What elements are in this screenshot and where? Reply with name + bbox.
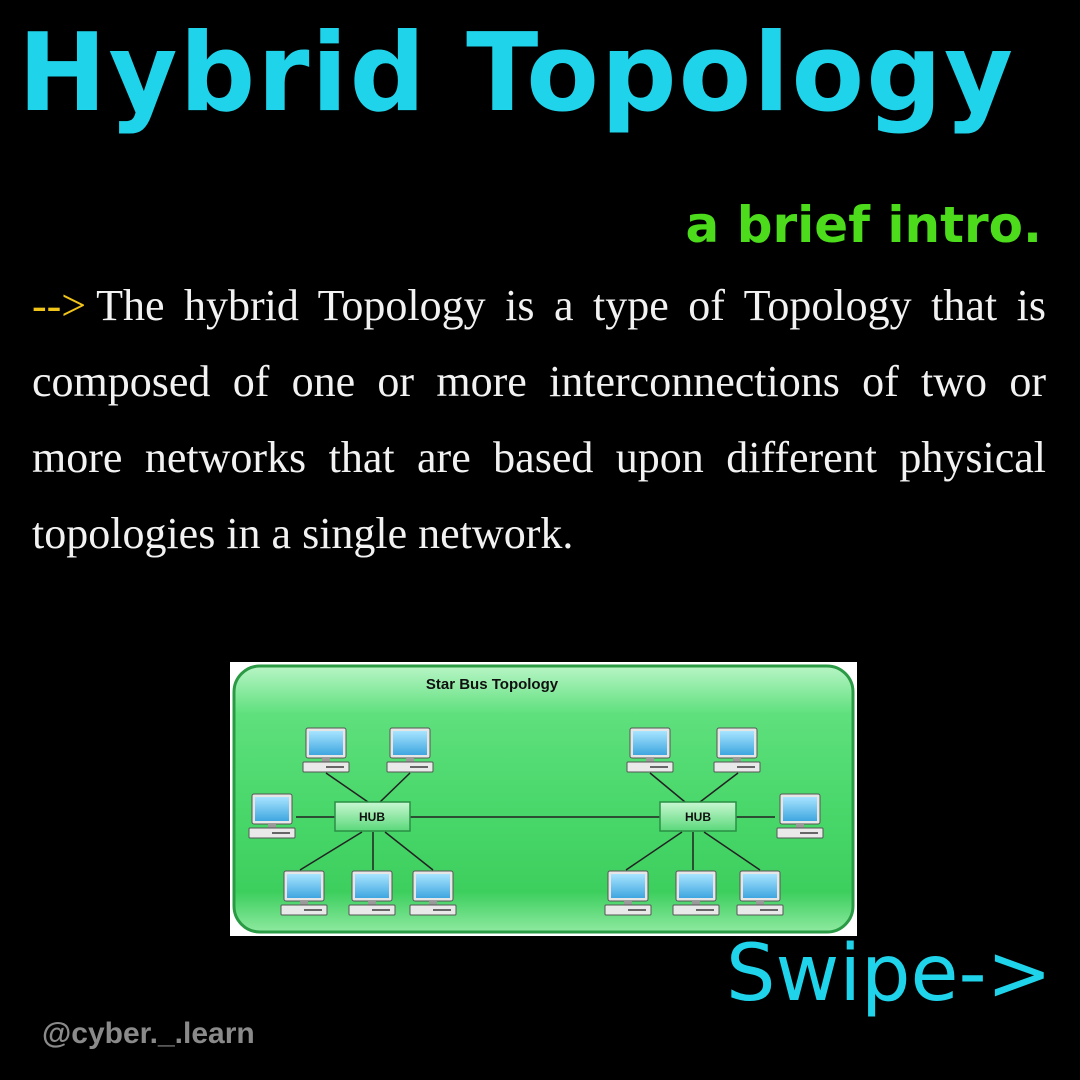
left-hub: HUB: [334, 801, 411, 832]
right-hub: HUB: [659, 801, 737, 832]
computer-icon: [248, 793, 296, 839]
diagram-svg: Star Bus Topology HUB HUB: [232, 664, 855, 934]
intro-paragraph: --> The hybrid Topology is a type of Topo…: [32, 268, 1046, 572]
author-handle: @cyber._.learn: [42, 1017, 255, 1050]
computer-icon: [776, 793, 824, 839]
left-hub-label: HUB: [359, 810, 385, 824]
diagram-title: Star Bus Topology: [426, 676, 559, 693]
swipe-hint: Swipe->: [726, 929, 1052, 1019]
arrow-marker: -->: [32, 281, 87, 330]
page-subtitle: a brief intro.: [685, 196, 1042, 254]
star-bus-diagram: Star Bus Topology HUB HUB: [230, 662, 857, 936]
computer-icon: [736, 870, 784, 916]
computer-icon: [713, 727, 761, 773]
page-title: Hybrid Topology: [18, 11, 1015, 136]
computer-icon: [386, 727, 434, 773]
computer-icon: [302, 727, 350, 773]
computer-icon: [280, 870, 328, 916]
computer-icon: [626, 727, 674, 773]
computer-icon: [604, 870, 652, 916]
right-hub-label: HUB: [685, 810, 711, 824]
computer-icon: [348, 870, 396, 916]
computer-icon: [672, 870, 720, 916]
computer-icon: [409, 870, 457, 916]
intro-text: The hybrid Topology is a type of Topolog…: [32, 281, 1046, 558]
